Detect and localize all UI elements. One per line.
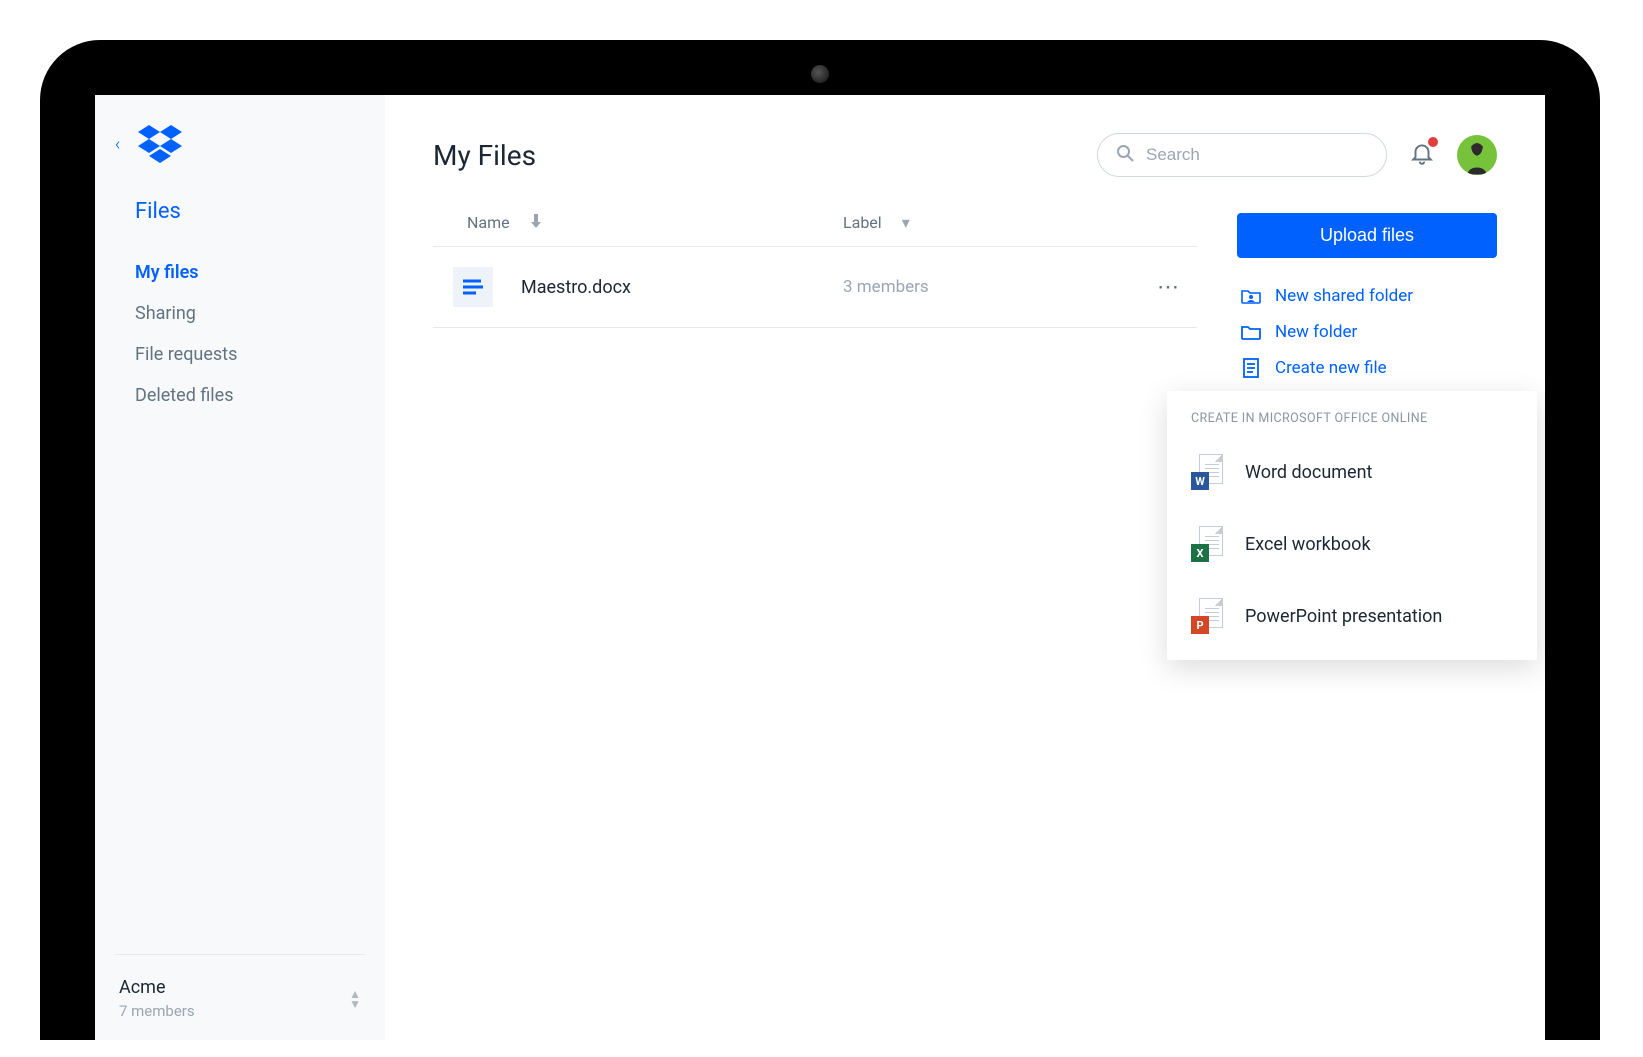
main-area: My Files xyxy=(385,95,1545,1040)
table-row[interactable]: Maestro.docx 3 members ⋯ xyxy=(433,247,1197,328)
sidebar-item-label: Deleted files xyxy=(135,385,234,406)
column-name-header[interactable]: Name xyxy=(467,213,510,232)
rail-link-label: New shared folder xyxy=(1275,286,1413,306)
team-name: Acme xyxy=(119,977,195,998)
folder-icon xyxy=(1241,324,1261,340)
sidebar-section-title: Files xyxy=(135,199,365,224)
column-label-header[interactable]: Label xyxy=(843,213,882,232)
create-file-popup: CREATE IN MICROSOFT OFFICE ONLINE W Word… xyxy=(1167,391,1537,660)
document-icon xyxy=(453,267,493,307)
upload-files-button[interactable]: Upload files xyxy=(1237,213,1497,258)
dropbox-logo-icon[interactable] xyxy=(138,125,182,163)
sidebar-item-label: Sharing xyxy=(135,303,196,324)
notifications-button[interactable] xyxy=(1409,140,1435,170)
create-word-document[interactable]: W Word document xyxy=(1191,436,1513,508)
popup-item-label: Excel workbook xyxy=(1245,534,1371,555)
file-table: Name Label ▾ xyxy=(433,213,1197,386)
avatar[interactable] xyxy=(1457,135,1497,175)
team-switcher[interactable]: Acme 7 members ▲▼ xyxy=(115,954,365,1020)
camera-dot xyxy=(811,65,829,83)
search-box[interactable] xyxy=(1097,133,1387,177)
sort-arrow-down-icon[interactable] xyxy=(530,213,542,232)
sidebar-nav: My files Sharing File requests Deleted f… xyxy=(115,252,365,416)
table-header: Name Label ▾ xyxy=(433,213,1197,247)
rail-link-label: New folder xyxy=(1275,322,1357,342)
search-input[interactable] xyxy=(1146,145,1368,165)
sidebar-item-label: File requests xyxy=(135,344,237,365)
up-down-chevron-icon: ▲▼ xyxy=(349,989,361,1009)
team-members-count: 7 members xyxy=(119,1002,195,1020)
sidebar-item-my-files[interactable]: My files xyxy=(115,252,365,293)
powerpoint-icon: P xyxy=(1193,598,1223,634)
avatar-person-icon xyxy=(1463,139,1491,175)
popup-item-label: Word document xyxy=(1245,462,1372,483)
sidebar-item-deleted-files[interactable]: Deleted files xyxy=(115,375,365,416)
search-icon xyxy=(1116,144,1134,166)
excel-icon: X xyxy=(1193,526,1223,562)
page-title: My Files xyxy=(433,139,1075,172)
rail-link-label: Create new file xyxy=(1275,358,1387,378)
create-excel-workbook[interactable]: X Excel workbook xyxy=(1191,508,1513,580)
dropdown-caret-icon[interactable]: ▾ xyxy=(902,213,910,232)
app-screen: ‹ Files My files Sharin xyxy=(95,95,1545,1040)
new-folder-link[interactable]: New folder xyxy=(1237,314,1497,350)
sidebar: ‹ Files My files Sharin xyxy=(95,95,385,1040)
sidebar-item-file-requests[interactable]: File requests xyxy=(115,334,365,375)
sidebar-item-label: My files xyxy=(135,262,199,283)
sidebar-item-sharing[interactable]: Sharing xyxy=(115,293,365,334)
more-actions-icon[interactable]: ⋯ xyxy=(1157,275,1181,300)
laptop-frame: ‹ Files My files Sharin xyxy=(40,40,1600,1040)
file-name: Maestro.docx xyxy=(521,277,631,298)
create-new-file-link[interactable]: Create new file xyxy=(1237,350,1497,386)
right-rail: Upload files New shared folder xyxy=(1237,213,1497,386)
topbar: My Files xyxy=(433,133,1497,177)
word-icon: W xyxy=(1193,454,1223,490)
notification-dot-icon xyxy=(1428,137,1438,147)
back-chevron-icon[interactable]: ‹ xyxy=(115,134,120,155)
create-powerpoint-presentation[interactable]: P PowerPoint presentation xyxy=(1191,580,1513,652)
popup-item-label: PowerPoint presentation xyxy=(1245,606,1442,627)
new-shared-folder-link[interactable]: New shared folder xyxy=(1237,278,1497,314)
file-icon xyxy=(1241,358,1261,378)
popup-header: CREATE IN MICROSOFT OFFICE ONLINE xyxy=(1191,411,1513,426)
shared-folder-icon xyxy=(1241,288,1261,304)
file-label: 3 members xyxy=(843,277,929,297)
